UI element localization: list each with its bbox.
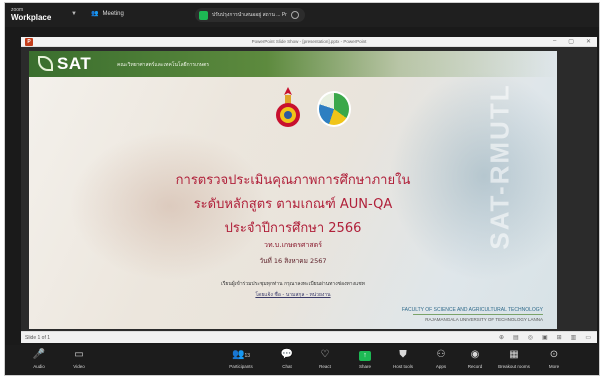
record-button[interactable]: ◉ Record: [455, 349, 495, 369]
slide-counter: Slide 1 of 1: [25, 335, 51, 341]
slide-header-banner: SAT คณะวิทยาศาสตร์และเทคโนโลยีการเกษตร: [29, 51, 557, 77]
share-status-icon: [199, 10, 208, 20]
chat-label: Chat: [282, 364, 292, 369]
microphone-muted-icon: 🎤: [32, 349, 46, 360]
zoom-logo-name: Workplace: [11, 13, 52, 22]
slide-sorter-icon[interactable]: ⊞: [557, 334, 562, 341]
share-label: Share: [358, 364, 371, 369]
footer-faculty: FACULTY OF SCIENCE AND AGRICULTURAL TECH…: [401, 307, 543, 313]
react-button[interactable]: ♡ React: [305, 349, 345, 369]
record-icon: ◉: [470, 349, 480, 360]
host-tools-button[interactable]: ⛊ Host tools: [383, 349, 423, 369]
slide-instruction: เรียนผู้เข้าร่วมประชุมทุกท่าน กรุณาลงทะเ…: [221, 281, 365, 287]
chat-button[interactable]: 💬 Chat: [267, 349, 307, 369]
powerpoint-status-bar: Slide 1 of 1 ⊕ ▤ ◎ ▣ ⊞ ▥ ▭: [21, 331, 597, 343]
share-options-icon[interactable]: [290, 11, 299, 19]
normal-view-icon[interactable]: ▣: [542, 334, 548, 341]
close-icon[interactable]: ✕: [586, 38, 591, 45]
meeting-label: Meeting: [102, 10, 124, 17]
meeting-tab[interactable]: 👥 Meeting: [91, 10, 124, 18]
footer-university: RAJAMANGALA UNIVERSITY OF TECHNOLOGY LAN…: [425, 317, 543, 322]
share-screen-icon: ↑: [345, 349, 385, 362]
sat-leaf-icon: [38, 56, 53, 71]
more-button[interactable]: ⊙ More: [534, 349, 574, 369]
breakout-rooms-icon: ▦: [509, 349, 519, 360]
react-icon: ♡: [320, 349, 330, 360]
breakout-rooms-button[interactable]: ▦ Breakout rooms: [494, 349, 534, 369]
participants-label: Participants: [229, 364, 253, 369]
react-label: React: [319, 364, 331, 369]
slide-title-line-3: ประจำปีการศึกษา 2566: [224, 221, 362, 236]
university-emblem-icon: [276, 87, 300, 127]
video-camera-icon: ▭: [74, 349, 84, 360]
footer-divider: [413, 314, 543, 315]
powerpoint-window: P PowerPoint Slide Show - [presentation]…: [21, 37, 597, 343]
slide-date: วันที่ 16 สิงหาคม 2567: [259, 257, 327, 265]
participants-icon: 👥13: [231, 349, 250, 360]
zoom-logo: zoom Workplace: [11, 6, 51, 22]
reading-view-icon[interactable]: ▥: [571, 334, 577, 341]
comments-icon[interactable]: ◎: [528, 334, 533, 341]
chat-icon: 💬: [280, 349, 294, 360]
video-label: Video: [73, 364, 85, 369]
record-label: Record: [467, 364, 483, 369]
zoom-top-bar: zoom Workplace ▼ 👥 Meeting ปรับปรุงการนำ…: [5, 3, 599, 27]
quality-assurance-logo-icon: [317, 91, 351, 127]
slideshow-icon[interactable]: ▭: [585, 334, 591, 341]
audio-label: Audio: [33, 364, 45, 369]
sat-logo: SAT: [57, 54, 92, 73]
audio-button[interactable]: 🎤 Audio: [19, 349, 59, 369]
notes-icon[interactable]: ▤: [513, 334, 519, 341]
zoom-window: zoom Workplace ▼ 👥 Meeting ปรับปรุงการนำ…: [4, 2, 600, 376]
participants-count: 13: [244, 353, 250, 359]
window-title: PowerPoint Slide Show - [presentation].p…: [251, 39, 367, 44]
slide-stage: SAT คณะวิทยาศาสตร์และเทคโนโลยีการเกษตร S…: [21, 47, 597, 331]
slide-title-line-2: ระดับหลักสูตร ตามเกณฑ์ AUN-QA: [193, 197, 393, 212]
share-label: ปรับปรุงการนำเสนออยู่ สถาน ... Pr: [212, 12, 287, 18]
participants-button[interactable]: 👥13 Participants: [221, 349, 261, 369]
slide-program: วท.บ.เกษตรศาสตร์: [264, 241, 322, 249]
shield-icon: ⛊: [399, 349, 407, 360]
host-tools-label: Host tools: [392, 364, 413, 369]
slide-title-line-1: การตรวจประเมินคุณภาพการศึกษาภายใน: [175, 173, 411, 188]
meeting-icon: 👥: [91, 11, 99, 17]
accessibility-icon[interactable]: ⊕: [499, 334, 504, 341]
screen-share-indicator[interactable]: ปรับปรุงการนำเสนออยู่ สถาน ... Pr: [195, 8, 305, 22]
more-label: More: [548, 364, 560, 369]
status-view-controls: ⊕ ▤ ◎ ▣ ⊞ ▥ ▭: [499, 334, 591, 341]
more-icon: ⊙: [549, 349, 559, 360]
chevron-down-icon[interactable]: ▼: [71, 11, 77, 17]
sat-subtitle: คณะวิทยาศาสตร์และเทคโนโลยีการเกษตร: [117, 62, 210, 68]
powerpoint-title-bar: P PowerPoint Slide Show - [presentation]…: [21, 37, 597, 47]
video-button[interactable]: ▭ Video: [59, 349, 99, 369]
window-controls: – ▢ ✕: [553, 38, 591, 45]
minimize-icon[interactable]: –: [553, 38, 556, 45]
breakout-rooms-label: Breakout rooms: [498, 364, 530, 369]
zoom-meeting-toolbar: 🎤 Audio ▭ Video 👥13 Participants 💬 Chat …: [5, 345, 599, 375]
maximize-icon[interactable]: ▢: [568, 38, 574, 45]
share-button[interactable]: ↑ Share: [345, 349, 385, 369]
slide[interactable]: SAT คณะวิทยาศาสตร์และเทคโนโลยีการเกษตร S…: [29, 51, 557, 329]
slide-instruction-detail: โดยแจ้ง ชื่อ - นามสกุล - หน่วยงาน: [255, 292, 331, 298]
